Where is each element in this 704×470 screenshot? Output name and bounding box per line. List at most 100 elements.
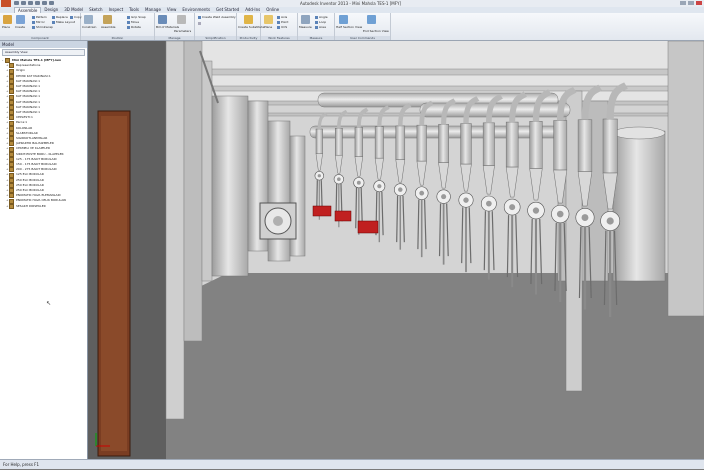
open-icon[interactable] <box>21 1 26 5</box>
window-controls <box>680 1 702 5</box>
measure-button[interactable]: Measure <box>299 25 312 29</box>
close-icon[interactable] <box>696 1 702 5</box>
airlock-hub <box>485 200 492 207</box>
browser-tree-item[interactable]: + SESAKH DIRSEKLER <box>2 204 87 209</box>
place-button[interactable]: Place <box>2 25 10 29</box>
point-icon <box>277 20 280 24</box>
airlock-hub <box>606 217 614 225</box>
end-section-button[interactable]: End Section View <box>363 29 389 33</box>
point-button[interactable]: Point <box>277 20 288 24</box>
move-button[interactable]: Move <box>127 20 139 24</box>
browser-view-selector[interactable]: Assembly View <box>2 49 85 56</box>
plane-icon[interactable] <box>264 15 273 24</box>
replace-icon <box>52 15 55 19</box>
panel-manage-title: Manage <box>155 36 194 40</box>
axis-icon <box>277 15 280 19</box>
constrain-icon[interactable] <box>84 15 93 24</box>
airlock-hub <box>398 187 403 192</box>
bill-of-materials-icon[interactable] <box>158 15 167 24</box>
create-button[interactable]: Create <box>15 25 25 29</box>
application-menu-button[interactable] <box>1 0 11 7</box>
copy-button[interactable]: Copy <box>70 15 82 19</box>
weld-icon <box>198 15 201 19</box>
panel-measure-title: Measure <box>298 36 334 40</box>
support-leg <box>355 187 358 229</box>
parameters-icon[interactable] <box>177 15 186 24</box>
axis-label: Axis <box>281 15 288 19</box>
quick-access-toolbar <box>14 1 54 5</box>
assemble-button[interactable]: Assemble <box>101 25 116 29</box>
panel-simplification: Create Weld Assembly Simplification <box>195 13 237 40</box>
measure-icon[interactable] <box>301 15 310 24</box>
new-icon[interactable] <box>14 1 19 5</box>
ucs-button[interactable]: UCS <box>277 25 287 29</box>
simplify-button[interactable] <box>198 21 202 25</box>
browser-tree: - Mini Mahsla TES-1 [MFY].iam + Representat… <box>0 57 87 209</box>
cyclone-body <box>354 127 363 157</box>
airlock-hub <box>556 210 564 218</box>
cyclone-body <box>553 120 568 171</box>
model-browser: Model Assembly View - Mini Mahsla TES-1 [… <box>0 41 88 459</box>
mirror-button[interactable]: Mirror <box>32 20 45 24</box>
save-icon[interactable] <box>28 1 33 5</box>
cyclone-body <box>482 122 495 166</box>
shrinkwrap-button[interactable]: Shrinkwrap <box>32 25 53 29</box>
maximize-icon[interactable] <box>688 1 694 5</box>
assemble-icon[interactable] <box>103 15 112 24</box>
airlock-hub <box>377 184 382 189</box>
panel-position-title: Position <box>81 36 154 40</box>
graphics-viewport[interactable] <box>88 41 704 459</box>
browser-header: Model <box>0 41 87 48</box>
airlock-hub <box>317 174 321 178</box>
cyclone-body <box>315 128 323 154</box>
panel-simplification-title: Simplification <box>195 36 236 40</box>
simplify-icon <box>198 21 201 25</box>
grip-snap-button[interactable]: Grip Snap <box>127 15 146 19</box>
panel-measure: Measure Angle Loop Area Measure <box>298 13 335 40</box>
mouse-cursor-icon: ↖ <box>46 300 52 307</box>
panel-component: Place Create Pattern Mirror Shrinkwrap R… <box>0 13 82 40</box>
angle-label: Angle <box>319 15 328 19</box>
loop-icon <box>315 20 318 24</box>
shrinkwrap-icon <box>32 25 35 29</box>
redo-icon[interactable] <box>42 1 47 5</box>
half-section-button[interactable]: Half Section View <box>336 25 362 29</box>
panel-manage: Bill of Materials Parameters Manage <box>155 13 195 40</box>
window-title: Autodesk Inventor 2013 - Mini Mahsla TES… <box>300 1 402 6</box>
airlock-hub <box>419 190 425 196</box>
panel-work-features: Plane Axis Point UCS Work Features <box>261 13 298 40</box>
mirror-icon <box>32 20 35 24</box>
cyclone-body <box>334 127 343 156</box>
angle-button[interactable]: Angle <box>315 15 328 19</box>
grip-snap-label: Grip Snap <box>131 15 146 19</box>
cyclone-body <box>505 121 519 168</box>
rotate-icon <box>127 25 130 29</box>
create-icon[interactable] <box>16 15 25 24</box>
replace-button[interactable]: Replace <box>52 15 68 19</box>
loop-button[interactable]: Loop <box>315 20 326 24</box>
area-icon <box>315 25 318 29</box>
airlock-hub <box>509 204 516 211</box>
create-substitute-icon[interactable] <box>244 15 253 24</box>
shrinkwrap-label: Shrinkwrap <box>36 25 53 29</box>
rotate-button[interactable]: Rotate <box>127 25 141 29</box>
end-section-icon[interactable] <box>367 15 376 24</box>
plane-button[interactable]: Plane <box>264 25 272 29</box>
axis-button[interactable]: Axis <box>277 15 287 19</box>
move-icon <box>127 20 130 24</box>
half-section-icon[interactable] <box>339 15 348 24</box>
minimize-icon[interactable] <box>680 1 686 5</box>
place-icon[interactable] <box>3 15 12 24</box>
undo-icon[interactable] <box>35 1 40 5</box>
make-layout-button[interactable]: Make Layout <box>52 20 75 24</box>
make-layout-icon <box>52 20 55 24</box>
make-layout-label: Make Layout <box>56 20 76 24</box>
constrain-button[interactable]: Constrain <box>82 25 96 29</box>
parameters-button[interactable]: Parameters <box>174 29 191 33</box>
select-icon[interactable] <box>49 1 54 5</box>
ribbon: Place Create Pattern Mirror Shrinkwrap R… <box>0 13 704 41</box>
create-weld-assembly-button[interactable]: Create Weld Assembly <box>198 15 236 19</box>
panel-position: Constrain Assemble Grip Snap Move Rotate… <box>81 13 155 40</box>
pattern-button[interactable]: Pattern <box>32 15 47 19</box>
area-button[interactable]: Area <box>315 25 326 29</box>
